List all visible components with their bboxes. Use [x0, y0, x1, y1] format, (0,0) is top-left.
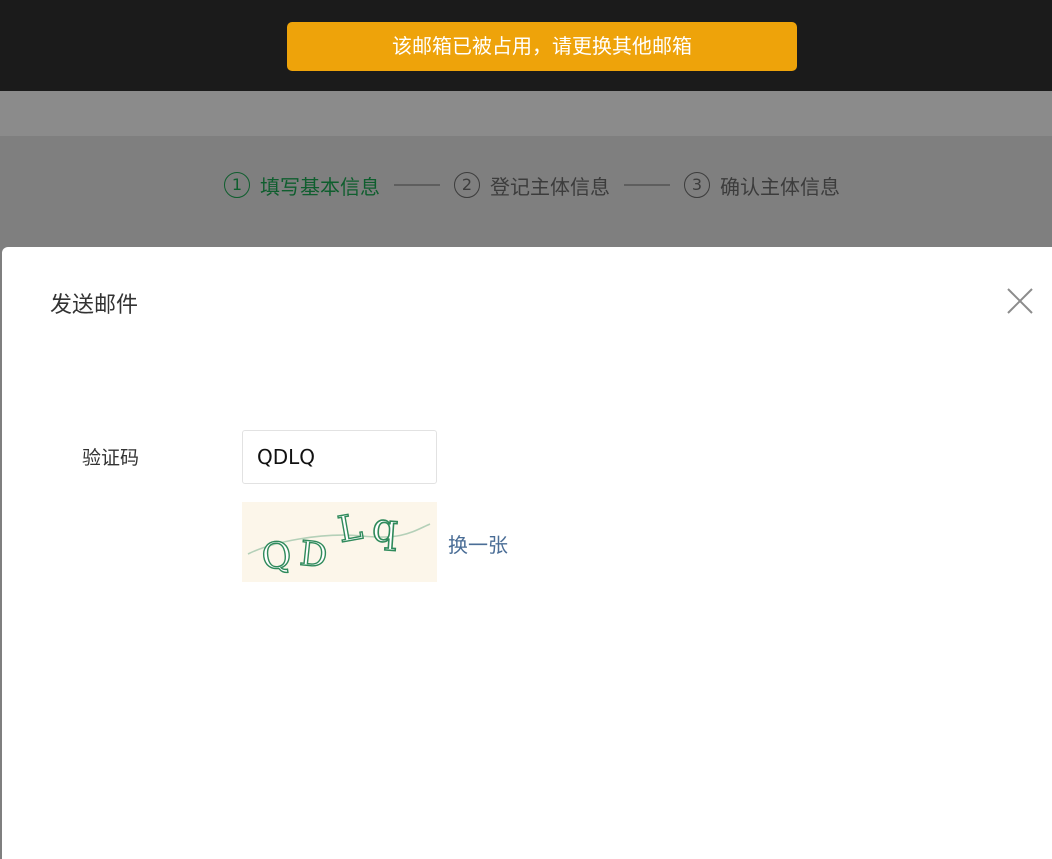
captcha-image[interactable]: Q D L q [242, 502, 437, 582]
svg-text:Q: Q [259, 534, 294, 579]
refresh-captcha-link[interactable]: 换一张 [448, 529, 508, 558]
step-number: 3 [684, 172, 710, 198]
step-number: 2 [454, 172, 480, 198]
close-icon [1007, 288, 1033, 314]
step-number: 1 [224, 172, 250, 198]
page-header-band [0, 91, 1052, 136]
captcha-label: 验证码 [82, 447, 140, 469]
progress-steps: 1 填写基本信息 2 登记主体信息 3 确认主体信息 [224, 170, 840, 200]
close-button[interactable] [1004, 285, 1036, 317]
captcha-input[interactable] [242, 430, 437, 484]
step-connector [394, 184, 440, 186]
step-label: 填写基本信息 [260, 174, 380, 199]
step-1: 1 填写基本信息 [224, 171, 380, 200]
step-3: 3 确认主体信息 [684, 171, 840, 200]
svg-text:q: q [371, 505, 400, 553]
svg-text:D: D [298, 534, 329, 577]
step-label: 登记主体信息 [490, 174, 610, 199]
step-2: 2 登记主体信息 [454, 171, 610, 200]
modal-title: 发送邮件 [50, 293, 139, 318]
send-email-modal: 发送邮件 验证码 Q D L q 换一张 [2, 247, 1052, 859]
step-connector [624, 184, 670, 186]
error-toast: 该邮箱已被占用，请更换其他邮箱 [287, 22, 797, 71]
top-bar: 该邮箱已被占用，请更换其他邮箱 [0, 0, 1052, 91]
step-label: 确认主体信息 [720, 174, 840, 199]
svg-text:L: L [335, 507, 366, 552]
